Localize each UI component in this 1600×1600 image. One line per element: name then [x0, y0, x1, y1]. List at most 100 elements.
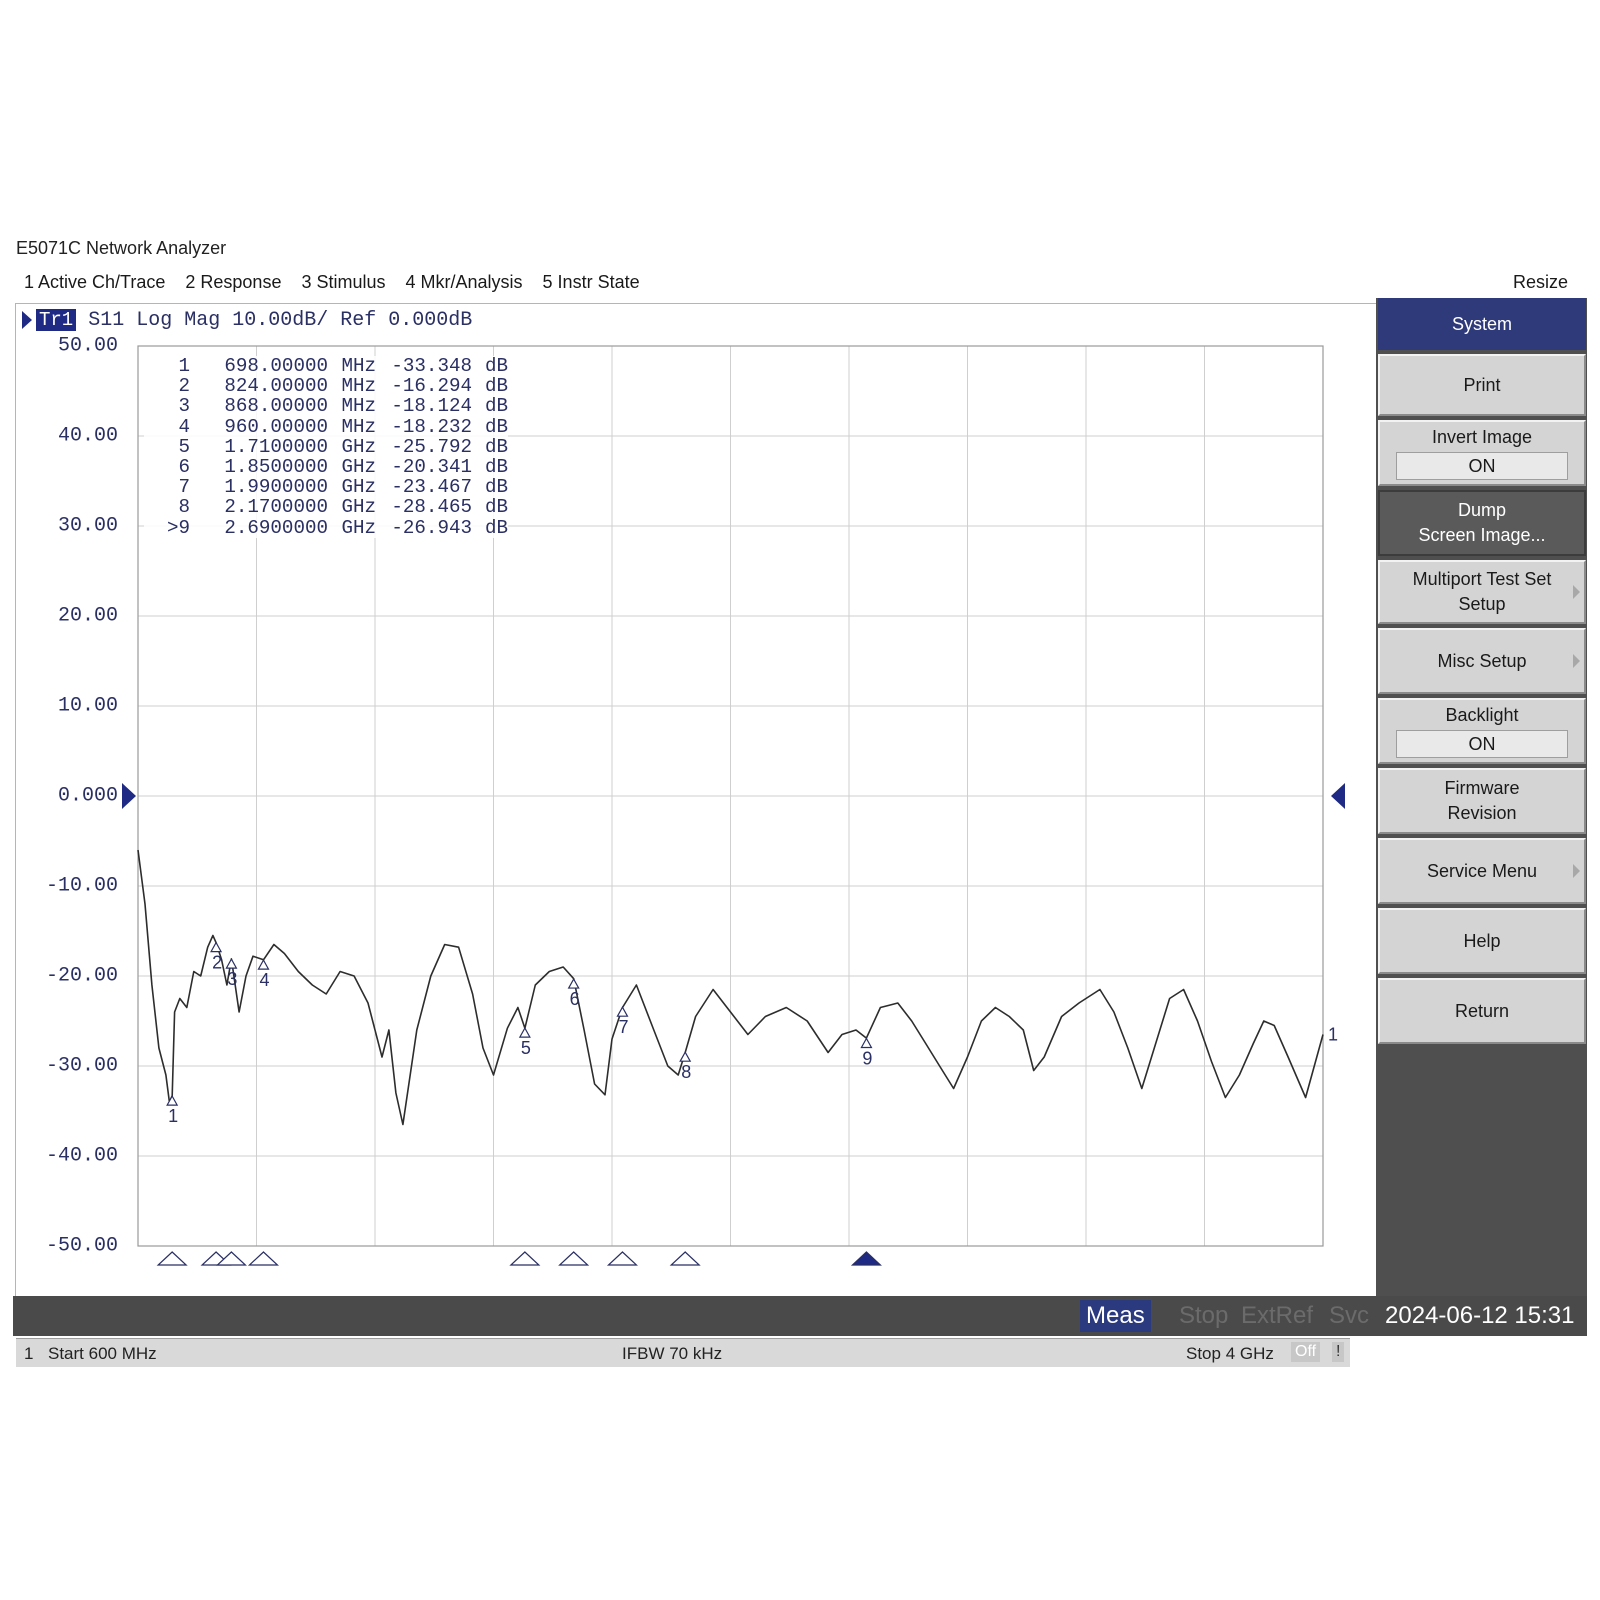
marker-value: -18.124 — [391, 395, 472, 418]
marker-unit: MHz — [341, 375, 376, 398]
marker-db: dB — [484, 355, 508, 377]
menu-bar: 1 Active Ch/Trace 2 Response 3 Stimulus … — [13, 268, 1587, 296]
marker-db: dB — [484, 456, 508, 479]
softkey-misc-setup[interactable]: Misc Setup — [1378, 628, 1586, 694]
menu-resize[interactable]: Resize — [1502, 272, 1577, 293]
marker-6-triangle — [567, 977, 580, 989]
ref-level-right-icon — [1331, 783, 1345, 809]
marker-8-triangle — [679, 1050, 692, 1062]
marker-row: 7 1.9900000 GHz -23.467 dB — [144, 477, 508, 497]
marker-freq: 1.8500000 — [224, 456, 328, 479]
submenu-arrow-icon — [1573, 864, 1580, 878]
softkey-dump-screen-image[interactable]: Dump Screen Image... — [1378, 490, 1586, 556]
invert-image-label: Invert Image — [1431, 426, 1533, 447]
marker-num: 2 — [178, 375, 190, 398]
marker-freq: 1.7100000 — [224, 435, 328, 458]
marker-unit: GHz — [341, 516, 376, 539]
marker-value: -26.943 — [391, 516, 472, 539]
marker-num: 8 — [178, 496, 190, 519]
channel-number: 1 — [24, 1344, 34, 1363]
window-title: E5071C Network Analyzer — [16, 238, 227, 258]
menu-mkr-analysis[interactable]: 4 Mkr/Analysis — [395, 272, 532, 293]
softkey-firmware-revision[interactable]: Firmware Revision — [1378, 768, 1586, 834]
dump-label-line1: Dump — [1457, 500, 1506, 520]
datetime-display: 2024-06-12 15:31 — [1385, 1302, 1575, 1329]
multiport-label-line2: Setup — [1458, 594, 1506, 614]
marker-9-triangle — [860, 1037, 873, 1049]
meas-indicator: Meas — [1080, 1300, 1151, 1332]
marker-unit: GHz — [341, 476, 376, 499]
softkey-multiport-test-set-setup[interactable]: Multiport Test Set Setup — [1378, 560, 1586, 624]
warning-badge: ! — [1332, 1342, 1345, 1362]
measurement-display: Tr1 S11 Log Mag 10.00dB/ Ref 0.000dB 50.… — [15, 303, 1380, 1367]
marker-num: 6 — [178, 456, 190, 479]
softkey-help[interactable]: Help — [1378, 908, 1586, 974]
marker-5-stimulus-indicator — [509, 1251, 541, 1266]
marker-db: dB — [484, 476, 508, 499]
off-badge: Off — [1291, 1342, 1321, 1362]
marker-freq: 2.6900000 — [224, 516, 328, 539]
marker-unit: MHz — [341, 415, 376, 438]
marker-4-stimulus-indicator — [247, 1251, 279, 1266]
marker-row: 2 824.00000 MHz -16.294 dB — [144, 376, 508, 396]
marker-8-stimulus-indicator — [669, 1251, 701, 1266]
marker-2-triangle — [210, 941, 223, 953]
svc-indicator: Svc — [1329, 1302, 1370, 1329]
marker-4-triangle — [257, 958, 270, 970]
submenu-arrow-icon — [1573, 654, 1580, 668]
marker-value: -16.294 — [391, 375, 472, 398]
marker-db: dB — [484, 415, 508, 438]
marker-row: 3 868.00000 MHz -18.124 dB — [144, 396, 508, 416]
ifbw-value[interactable]: IFBW 70 kHz — [622, 1344, 722, 1364]
backlight-value: ON — [1396, 729, 1568, 758]
marker-1-label: 1 — [168, 1106, 178, 1126]
dump-label-line2: Screen Image... — [1418, 525, 1546, 545]
submenu-arrow-icon — [1573, 585, 1580, 599]
marker-freq: 2.1700000 — [224, 496, 328, 519]
marker-db: dB — [484, 496, 508, 519]
softkey-system-header: System — [1378, 298, 1586, 350]
menu-response[interactable]: 2 Response — [174, 272, 290, 293]
trace-number-label: 1 — [1328, 1025, 1338, 1045]
marker-2-label: 2 — [212, 953, 222, 973]
marker-7-label: 7 — [618, 1017, 628, 1037]
marker-9-stimulus-indicator — [850, 1251, 882, 1266]
menu-stimulus[interactable]: 3 Stimulus — [290, 272, 394, 293]
marker-unit: GHz — [341, 496, 376, 519]
firmware-label-line1: Firmware — [1444, 778, 1520, 798]
marker-row: >9 2.6900000 GHz -26.943 dB — [144, 516, 508, 539]
marker-num: >9 — [166, 516, 190, 539]
softkey-backlight[interactable]: Backlight ON — [1378, 698, 1586, 764]
softkey-service-menu[interactable]: Service Menu — [1378, 838, 1586, 904]
ref-level-left-icon — [122, 783, 136, 809]
marker-freq: 698.00000 — [224, 355, 328, 377]
analyzer-window: E5071C Network Analyzer 1 Active Ch/Trac… — [13, 232, 1587, 1368]
marker-db: dB — [484, 395, 508, 418]
marker-num: 1 — [178, 355, 190, 377]
menu-active-ch-trace[interactable]: 1 Active Ch/Trace — [13, 272, 174, 293]
marker-row: 8 2.1700000 GHz -28.465 dB — [144, 497, 508, 517]
marker-freq: 868.00000 — [224, 395, 328, 418]
marker-freq: 1.9900000 — [224, 476, 328, 499]
marker-value: -18.232 — [391, 415, 472, 438]
softkey-print[interactable]: Print — [1378, 354, 1586, 416]
marker-unit: MHz — [341, 395, 376, 418]
marker-9-label: 9 — [862, 1048, 872, 1068]
marker-6-stimulus-indicator — [558, 1251, 590, 1266]
marker-db: dB — [484, 375, 508, 398]
start-frequency[interactable]: Start 600 MHz — [48, 1344, 157, 1364]
softkey-return[interactable]: Return — [1378, 978, 1586, 1044]
marker-table: 1 698.00000 MHz -33.348 dB 2 824.00000 MHz -16.2… — [144, 356, 508, 538]
extref-indicator: ExtRef — [1241, 1302, 1314, 1329]
backlight-label: Backlight — [1445, 704, 1519, 725]
marker-8-label: 8 — [681, 1062, 691, 1082]
service-menu-label: Service Menu — [1426, 860, 1538, 881]
marker-db: dB — [484, 516, 508, 539]
menu-instr-state[interactable]: 5 Instr State — [532, 272, 649, 293]
marker-3-triangle — [225, 957, 238, 969]
softkey-invert-image[interactable]: Invert Image ON — [1378, 420, 1586, 486]
stop-frequency[interactable]: Stop 4 GHz — [1186, 1344, 1274, 1364]
marker-6-label: 6 — [570, 989, 580, 1009]
instrument-status-bar: Meas Stop ExtRef Svc 2024-06-12 15:31 — [13, 1296, 1587, 1336]
marker-num: 7 — [178, 476, 190, 499]
